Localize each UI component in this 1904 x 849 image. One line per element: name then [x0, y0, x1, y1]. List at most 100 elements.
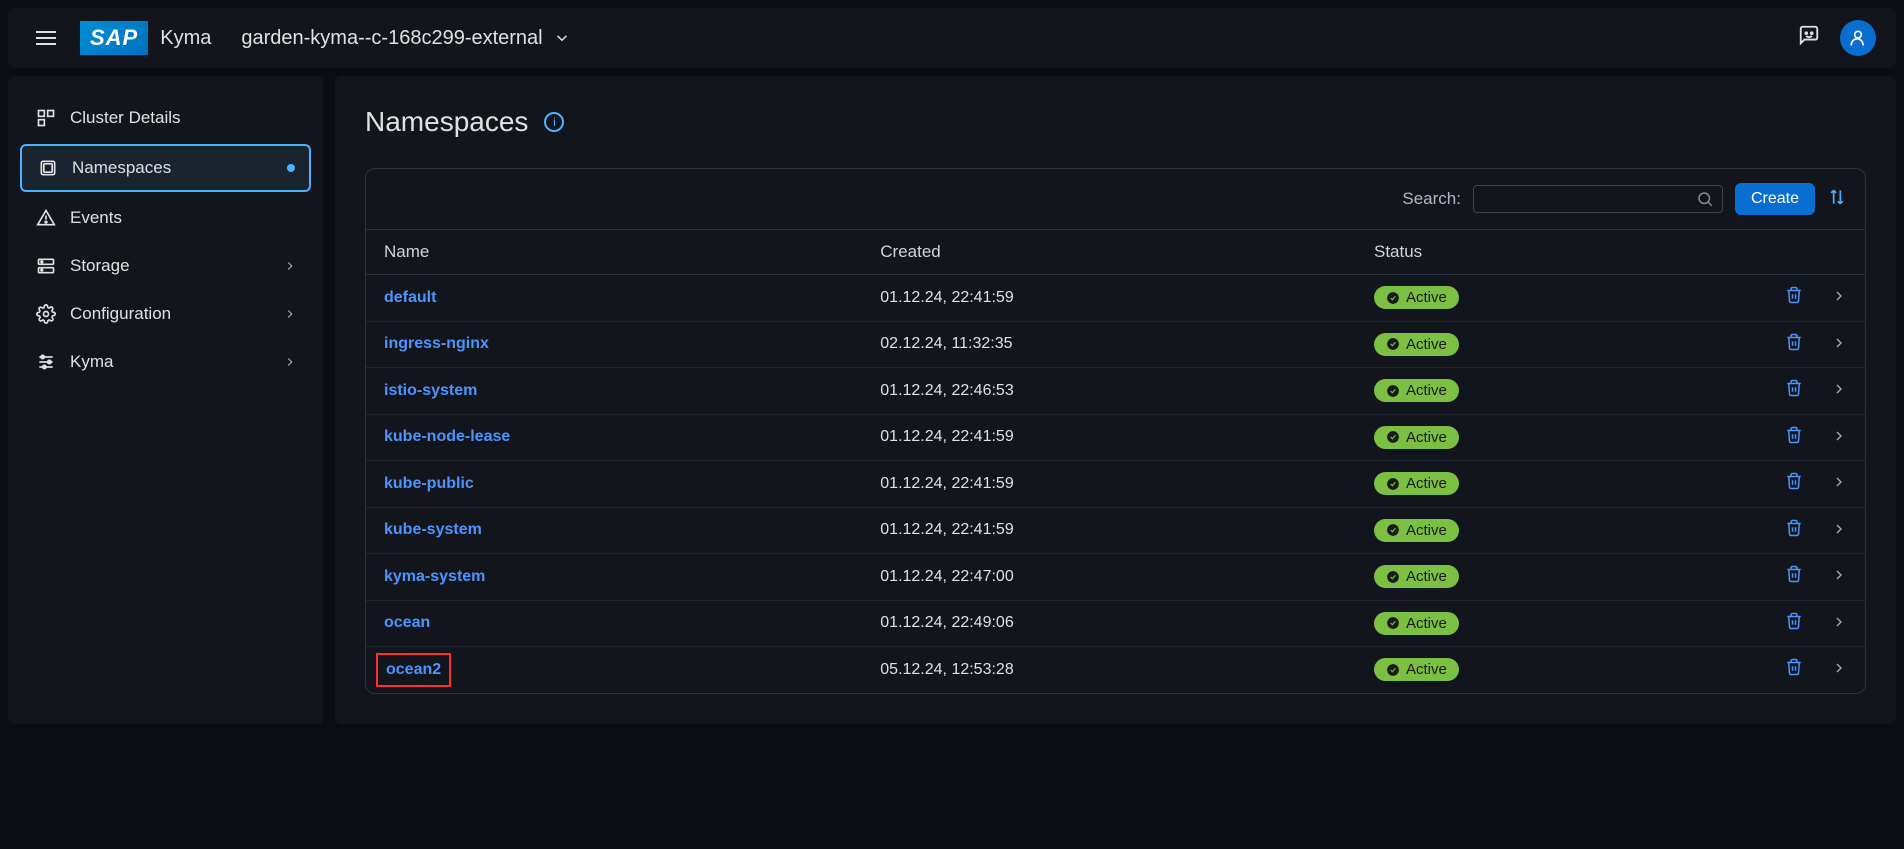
product-name: Kyma	[160, 27, 211, 50]
chevron-right-icon[interactable]	[1831, 291, 1847, 308]
delete-button[interactable]	[1785, 663, 1803, 680]
delete-button[interactable]	[1785, 338, 1803, 355]
create-button[interactable]: Create	[1735, 183, 1815, 215]
status-badge: Active	[1374, 472, 1459, 495]
sidebar-label: Events	[70, 208, 122, 228]
chevron-right-icon[interactable]	[1831, 524, 1847, 541]
sidebar-item-configuration[interactable]: Configuration	[20, 292, 311, 336]
user-avatar[interactable]	[1840, 20, 1876, 56]
col-name[interactable]: Name	[366, 230, 862, 275]
chevron-down-icon	[553, 29, 571, 47]
sidebar-label: Storage	[70, 256, 130, 276]
sidebar-item-events[interactable]: Events	[20, 196, 311, 240]
sidebar-item-storage[interactable]: Storage	[20, 244, 311, 288]
table-row[interactable]: istio-system 01.12.24, 22:46:53 Active	[366, 368, 1865, 415]
sliders-icon	[34, 352, 58, 372]
active-indicator-icon	[287, 164, 295, 172]
chevron-right-icon	[283, 355, 297, 369]
sidebar: Cluster Details Namespaces Events Storag…	[8, 76, 323, 724]
created-cell: 01.12.24, 22:46:53	[862, 368, 1356, 415]
cluster-selector[interactable]: garden-kyma--c-168c299-external	[241, 27, 570, 50]
namespaces-table: Name Created Status default 01.12.24, 22:…	[366, 230, 1865, 693]
page-title: Namespaces	[365, 106, 528, 138]
namespace-link[interactable]: kube-node-lease	[384, 428, 510, 445]
sort-button[interactable]	[1827, 187, 1847, 212]
created-cell: 01.12.24, 22:41:59	[862, 507, 1356, 554]
storage-icon	[34, 256, 58, 276]
sidebar-item-cluster-details[interactable]: Cluster Details	[20, 96, 311, 140]
delete-button[interactable]	[1785, 570, 1803, 587]
chevron-right-icon[interactable]	[1831, 663, 1847, 680]
delete-button[interactable]	[1785, 384, 1803, 401]
delete-button[interactable]	[1785, 617, 1803, 634]
sidebar-label: Kyma	[70, 352, 113, 372]
chevron-right-icon	[283, 307, 297, 321]
created-cell: 01.12.24, 22:47:00	[862, 554, 1356, 601]
delete-button[interactable]	[1785, 431, 1803, 448]
namespace-link[interactable]: kube-system	[384, 521, 482, 538]
table-row[interactable]: kyma-system 01.12.24, 22:47:00 Active	[366, 554, 1865, 601]
cluster-name: garden-kyma--c-168c299-external	[241, 27, 542, 50]
col-status[interactable]: Status	[1356, 230, 1738, 275]
sidebar-item-namespaces[interactable]: Namespaces	[20, 144, 311, 192]
status-badge: Active	[1374, 658, 1459, 681]
app-header: SAP Kyma garden-kyma--c-168c299-external	[8, 8, 1896, 68]
table-row[interactable]: ingress-nginx 02.12.24, 11:32:35 Active	[366, 321, 1865, 368]
status-badge: Active	[1374, 519, 1459, 542]
namespace-link[interactable]: kube-public	[384, 475, 474, 492]
table-row[interactable]: kube-node-lease 01.12.24, 22:41:59 Active	[366, 414, 1865, 461]
chevron-right-icon[interactable]	[1831, 477, 1847, 494]
sidebar-label: Configuration	[70, 304, 171, 324]
namespace-link[interactable]: ocean	[384, 614, 430, 631]
cluster-icon	[34, 108, 58, 128]
table-toolbar: Search: Create	[366, 169, 1865, 230]
table-row[interactable]: default 01.12.24, 22:41:59 Active	[366, 275, 1865, 322]
chevron-right-icon[interactable]	[1831, 617, 1847, 634]
chevron-right-icon[interactable]	[1831, 570, 1847, 587]
created-cell: 01.12.24, 22:41:59	[862, 414, 1356, 461]
search-box[interactable]	[1473, 185, 1723, 213]
delete-button[interactable]	[1785, 477, 1803, 494]
sidebar-label: Cluster Details	[70, 108, 181, 128]
chevron-right-icon[interactable]	[1831, 431, 1847, 448]
status-badge: Active	[1374, 286, 1459, 309]
delete-button[interactable]	[1785, 291, 1803, 308]
created-cell: 02.12.24, 11:32:35	[862, 321, 1356, 368]
col-created[interactable]: Created	[862, 230, 1356, 275]
table-row[interactable]: ocean 01.12.24, 22:49:06 Active	[366, 600, 1865, 647]
table-row[interactable]: kube-public 01.12.24, 22:41:59 Active	[366, 461, 1865, 508]
namespaces-icon	[36, 158, 60, 178]
search-icon	[1696, 190, 1714, 208]
namespace-link[interactable]: ingress-nginx	[384, 335, 489, 352]
chevron-right-icon[interactable]	[1831, 338, 1847, 355]
namespace-link[interactable]: default	[384, 289, 436, 306]
chevron-right-icon	[283, 259, 297, 273]
table-row[interactable]: kube-system 01.12.24, 22:41:59 Active	[366, 507, 1865, 554]
search-input[interactable]	[1482, 191, 1696, 208]
gear-icon	[34, 304, 58, 324]
search-label: Search:	[1402, 189, 1461, 209]
status-badge: Active	[1374, 612, 1459, 635]
created-cell: 01.12.24, 22:41:59	[862, 461, 1356, 508]
main-content: Namespaces i Search: Create Name	[335, 76, 1896, 724]
sap-logo: SAP	[80, 21, 148, 55]
created-cell: 01.12.24, 22:49:06	[862, 600, 1356, 647]
table-panel: Search: Create Name Created Status	[365, 168, 1866, 694]
status-badge: Active	[1374, 333, 1459, 356]
delete-button[interactable]	[1785, 524, 1803, 541]
created-cell: 05.12.24, 12:53:28	[862, 647, 1356, 693]
namespace-link[interactable]: istio-system	[384, 382, 477, 399]
namespace-link[interactable]: kyma-system	[384, 568, 485, 585]
info-icon[interactable]: i	[544, 112, 564, 132]
chevron-right-icon[interactable]	[1831, 384, 1847, 401]
menu-toggle-icon[interactable]	[28, 23, 64, 53]
feedback-icon[interactable]	[1798, 24, 1820, 52]
sidebar-item-kyma[interactable]: Kyma	[20, 340, 311, 384]
created-cell: 01.12.24, 22:41:59	[862, 275, 1356, 322]
warning-icon	[34, 208, 58, 228]
status-badge: Active	[1374, 565, 1459, 588]
status-badge: Active	[1374, 426, 1459, 449]
namespace-link[interactable]: ocean2	[376, 653, 451, 687]
table-row[interactable]: ocean2 05.12.24, 12:53:28 Active	[366, 647, 1865, 693]
status-badge: Active	[1374, 379, 1459, 402]
